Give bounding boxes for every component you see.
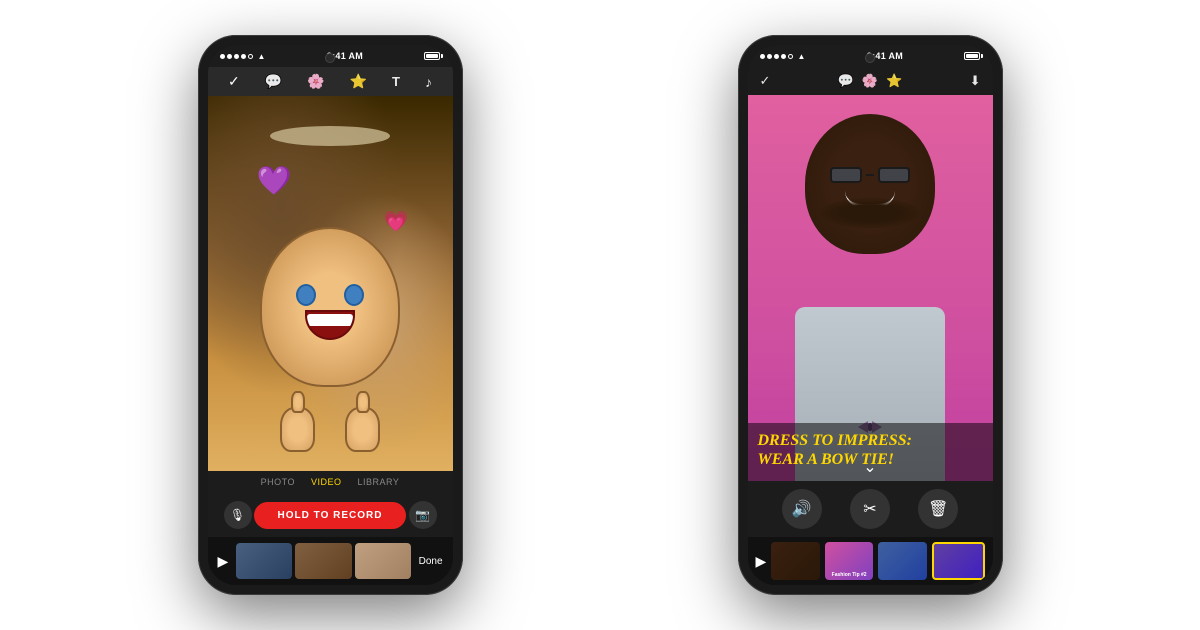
left-eye [296,284,316,306]
star-icon-1[interactable]: ⭐ [350,73,367,90]
trash-button[interactable]: 🗑 [918,489,958,529]
right-lens [878,167,910,183]
trash-icon: 🗑 [928,499,948,519]
done-button[interactable]: Done [419,556,443,567]
clip2-thumb-1[interactable] [771,542,820,580]
status-bar-2: ▲ 9:41 AM [748,45,993,67]
dot2-2 [767,54,772,59]
time-2: 9:41 AM [867,51,903,61]
toolbar2-icons: 💬 🌸 ⭐ [838,73,903,89]
play-button[interactable]: ▶ [218,553,229,570]
phone-1: ▲ 9:41 AM ✓ 💬 🌸 ⭐ T ♪ [198,35,463,595]
filter-icon-2[interactable]: 🌸 [862,73,878,89]
sound-icon: 🔊 [792,499,812,519]
video-tab[interactable]: VIDEO [311,477,342,487]
clip-thumbnails [236,543,410,579]
clip-thumb-1[interactable] [236,543,292,579]
star-icon-2[interactable]: ⭐ [886,73,902,89]
face [260,227,400,387]
clip2-thumb-2[interactable]: Fashion Tip #2 [825,542,874,580]
photo-tab[interactable]: PHOTO [261,477,295,487]
dot2-5 [788,54,793,59]
scene: ▲ 9:41 AM ✓ 💬 🌸 ⭐ T ♪ [0,0,1200,630]
left-hand [280,407,315,452]
back-icon-1[interactable]: ✓ [228,73,240,90]
left-lens [830,167,862,183]
chat-icon-2[interactable]: 💬 [838,73,854,89]
status-bar-1: ▲ 9:41 AM [208,45,453,67]
right-hand [345,407,380,452]
clip-thumb-3[interactable] [355,543,411,579]
camera-view-1: 💜 💗 [208,96,453,471]
toolbar-1: ✓ 💬 🌸 ⭐ T ♪ [208,67,453,96]
cartoon-character [208,96,453,471]
clip2-thumb-4[interactable] [932,542,985,580]
teeth [307,314,353,326]
battery-fill-2 [966,54,977,58]
right-thumb [356,391,370,413]
text-icon-1[interactable]: T [392,74,400,89]
record-row: 🎙 HOLD TO RECORD 📷 [208,493,453,537]
chevron-down-icon[interactable]: ⌄ [863,457,876,481]
record-button-label: HOLD TO RECORD [278,510,383,521]
mouth [305,310,355,340]
signal-dots: ▲ [220,52,266,61]
library-tab[interactable]: LIBRARY [358,477,400,487]
clips-row-2: ▶ Fashion Tip #2 [748,537,993,585]
music-icon-1[interactable]: ♪ [425,74,432,90]
right-eye [344,284,364,306]
dot-4 [241,54,246,59]
dot2-1 [760,54,765,59]
dot-3 [234,54,239,59]
filter-icon-1[interactable]: 🌸 [307,73,324,90]
toolbar-2: ✓ 💬 🌸 ⭐ ⬇ [748,67,993,95]
record-button[interactable]: HOLD TO RECORD [254,502,407,529]
chat-icon-1[interactable]: 💬 [265,73,282,90]
dot2-4 [781,54,786,59]
video-preview: DRESS TO IMPRESS: WEAR A BOW TIE! ⌄ [748,95,993,481]
signal-dots-2: ▲ [760,52,806,61]
man-beard [820,198,920,228]
toolbar2-left: ✓ [760,73,771,89]
download-icon[interactable]: ⬇ [970,73,981,89]
right-icons-2 [964,52,980,60]
dot2-3 [774,54,779,59]
back-icon-2[interactable]: ✓ [760,73,771,89]
timeline-row: ▶ Done [208,537,453,585]
camera-switch-button[interactable]: 📷 [409,501,437,529]
overlay-text-line1: DRESS TO IMPRESS: [758,431,983,450]
edit-controls: 🔊 ✂ 🗑 [748,481,993,537]
battery-fill-1 [426,54,437,58]
battery-1 [424,52,440,60]
scissors-icon: ✂ [863,499,876,519]
scissors-button[interactable]: ✂ [850,489,890,529]
hands [280,407,380,452]
clip-thumb-2[interactable] [295,543,351,579]
sound-button[interactable]: 🔊 [782,489,822,529]
wifi-icon-1: ▲ [258,52,266,61]
mic-button[interactable]: 🎙 [224,501,252,529]
fashion-tip-label: Fashion Tip #2 [825,570,874,580]
time-1: 9:41 AM [327,51,363,61]
hair-top [270,126,390,146]
left-thumb [291,391,305,413]
glasses [830,167,910,183]
glasses-bridge [866,174,873,176]
capture-tabs: PHOTO VIDEO LIBRARY [208,471,453,493]
dot-1 [220,54,225,59]
phone-2-screen: ▲ 9:41 AM ✓ 💬 🌸 ⭐ ⬇ [748,45,993,585]
man-head [805,114,935,254]
battery-2 [964,52,980,60]
dot-5 [248,54,253,59]
right-icons-1 [424,52,440,60]
wifi-icon-2: ▲ [798,52,806,61]
phone-1-screen: ▲ 9:41 AM ✓ 💬 🌸 ⭐ T ♪ [208,45,453,585]
clip2-thumb-3[interactable] [878,542,927,580]
phone-2: ▲ 9:41 AM ✓ 💬 🌸 ⭐ ⬇ [738,35,1003,595]
play-button-2[interactable]: ▶ [756,553,767,570]
dot-2 [227,54,232,59]
